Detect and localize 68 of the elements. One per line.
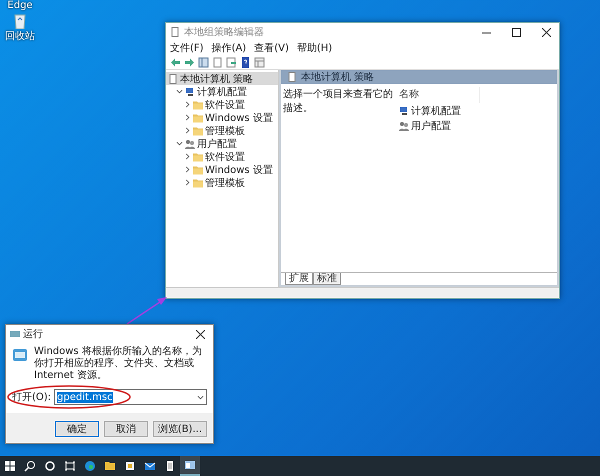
field-label: 打开(O): <box>12 391 52 404</box>
close-icon <box>196 330 204 338</box>
dialog-button[interactable]: 浏览(B)... <box>152 421 207 437</box>
windows-logo-icon <box>4 460 16 472</box>
tree-item[interactable]: 软件设置 <box>166 150 278 163</box>
column-header[interactable]: 名称 <box>399 87 480 103</box>
menu-item[interactable]: 文件(F) <box>170 41 204 55</box>
app-icon <box>84 460 96 472</box>
circle-icon <box>44 460 56 472</box>
tree-item[interactable]: 管理模板 <box>166 124 278 137</box>
pane-header: 本地计算机 策略 <box>301 70 374 84</box>
list-item[interactable]: 用户配置 <box>399 119 480 133</box>
tree-item[interactable]: 软件设置 <box>166 98 278 111</box>
folder-icon <box>193 178 203 188</box>
back-icon[interactable] <box>170 56 181 68</box>
description-text: 选择一个项目来查看它的描述。 <box>283 88 393 116</box>
dialog-title: 运行 <box>23 328 44 341</box>
command-field[interactable]: gpedit.msc <box>54 389 207 405</box>
folder-icon <box>193 126 203 136</box>
document-icon <box>168 74 178 84</box>
tree-item[interactable]: 计算机配置 <box>166 85 278 98</box>
export-icon[interactable] <box>226 56 237 68</box>
tree-item[interactable]: 本地计算机 策略 <box>166 72 278 85</box>
folder-icon <box>193 100 203 110</box>
app-icon <box>144 460 156 472</box>
list-item[interactable]: 计算机配置 <box>399 104 480 118</box>
annotation-arrow <box>126 297 167 325</box>
search-icon <box>24 460 36 472</box>
app-icon <box>124 460 136 472</box>
tab[interactable]: 扩展 <box>285 273 313 285</box>
app-icon <box>184 459 196 471</box>
help-icon[interactable] <box>240 56 251 68</box>
desktop-icon-label[interactable]: 回收站 <box>5 29 35 43</box>
tree-item[interactable]: Windows 设置 <box>166 163 278 176</box>
run-icon <box>12 348 28 362</box>
document-icon[interactable] <box>212 56 223 68</box>
menu-item[interactable]: 帮助(H) <box>296 41 332 55</box>
document-icon <box>287 72 297 82</box>
close-icon <box>542 28 550 36</box>
tab[interactable]: 标准 <box>313 273 341 285</box>
maximize-icon <box>512 28 520 36</box>
forward-icon[interactable] <box>184 56 195 68</box>
app-icon <box>104 460 116 472</box>
tree-item[interactable]: 管理模板 <box>166 176 278 189</box>
menu-item[interactable]: 操作(A) <box>212 41 246 55</box>
window-title: 本地组策略编辑器 <box>184 26 265 39</box>
users-icon <box>185 138 195 148</box>
computer-icon <box>185 86 195 96</box>
tree-item[interactable]: Windows 设置 <box>166 111 278 124</box>
recycle-bin-icon[interactable] <box>13 13 27 29</box>
document-icon <box>170 27 180 37</box>
view-icon[interactable] <box>254 56 265 68</box>
app-icon <box>164 460 176 472</box>
dropdown-icon[interactable] <box>197 394 204 400</box>
dialog-button[interactable]: 确定 <box>54 421 99 437</box>
task-view-icon <box>64 460 76 472</box>
tree-item[interactable]: 用户配置 <box>166 137 278 150</box>
computer-icon <box>399 106 409 116</box>
menu-item[interactable]: 查看(V) <box>254 41 289 55</box>
pane-icon[interactable] <box>198 56 209 68</box>
folder-icon <box>193 164 203 174</box>
users-icon <box>399 121 409 131</box>
run-icon <box>10 329 20 339</box>
dialog-message: Windows 将根据你所输入的名称，为你打开相应的程序、文件夹、文档或 Internet 资源。 <box>34 346 203 382</box>
dialog-button[interactable]: 取消 <box>104 421 148 437</box>
taskbar-app[interactable] <box>180 456 200 476</box>
folder-icon <box>193 152 203 162</box>
folder-icon <box>193 112 203 122</box>
